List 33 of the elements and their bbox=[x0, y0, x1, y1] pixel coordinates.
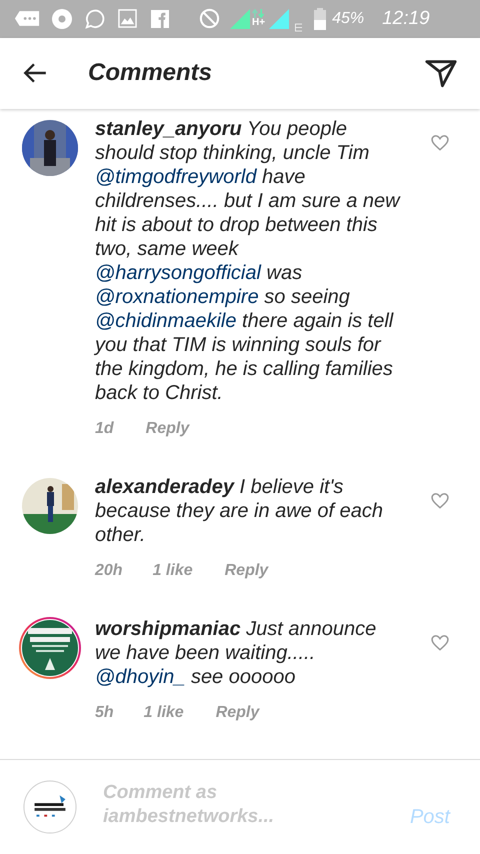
comment-text: alexanderadey I believe it's because they are in awe of each other. bbox=[95, 474, 384, 547]
data-arrows-icon bbox=[252, 9, 266, 18]
likes-count[interactable]: 1 like bbox=[144, 700, 184, 725]
record-icon bbox=[52, 8, 72, 29]
mention-link[interactable]: @roxnationempire bbox=[95, 286, 259, 308]
mention-link[interactable]: @dhoyin_ bbox=[95, 666, 186, 688]
image-icon bbox=[118, 9, 137, 28]
comment-time: 1d bbox=[95, 418, 114, 439]
comment-time: 20h bbox=[95, 560, 123, 581]
reply-button[interactable]: Reply bbox=[216, 700, 260, 725]
comment-text: worshipmaniac Just announce we have been waiting..... @dhoyin_ see oooooo bbox=[95, 616, 378, 689]
reply-button[interactable]: Reply bbox=[224, 558, 268, 583]
comment-text: stanley_anyoru You people should stop thinking, uncle Tim @timgodfreyworld have childrenses.... but I am sure a new hit is about to drop between this two, same week @harrysongofficial was @roxnationempire so seeing @chidinmaekile there again is tell you that TIM is winning souls for the kingdom, he is calling families back to Christ. bbox=[95, 116, 402, 405]
facebook-icon bbox=[151, 10, 169, 28]
comment-time: 5h bbox=[95, 702, 114, 723]
blocked-icon bbox=[199, 8, 220, 30]
network-type: H+ bbox=[252, 18, 266, 28]
message-icon bbox=[14, 10, 40, 28]
heart-icon[interactable] bbox=[430, 632, 450, 653]
mention-link[interactable]: @timgodfreyworld bbox=[95, 166, 256, 188]
heart-icon[interactable] bbox=[430, 490, 450, 511]
signal-icon bbox=[269, 8, 290, 29]
mention-link[interactable]: @harrysongofficial bbox=[95, 262, 261, 284]
signal-icon bbox=[230, 8, 250, 29]
battery-icon bbox=[314, 8, 326, 30]
chat-bubble-icon bbox=[84, 8, 106, 30]
clock: 12:19 bbox=[382, 6, 430, 31]
battery-percent: 45% bbox=[332, 8, 364, 29]
page-title: Comments bbox=[88, 58, 212, 88]
mention-link[interactable]: @chidinmaekile bbox=[95, 310, 236, 332]
reply-button[interactable]: Reply bbox=[146, 416, 190, 441]
likes-count[interactable]: 1 like bbox=[152, 558, 193, 583]
heart-icon[interactable] bbox=[430, 132, 450, 153]
